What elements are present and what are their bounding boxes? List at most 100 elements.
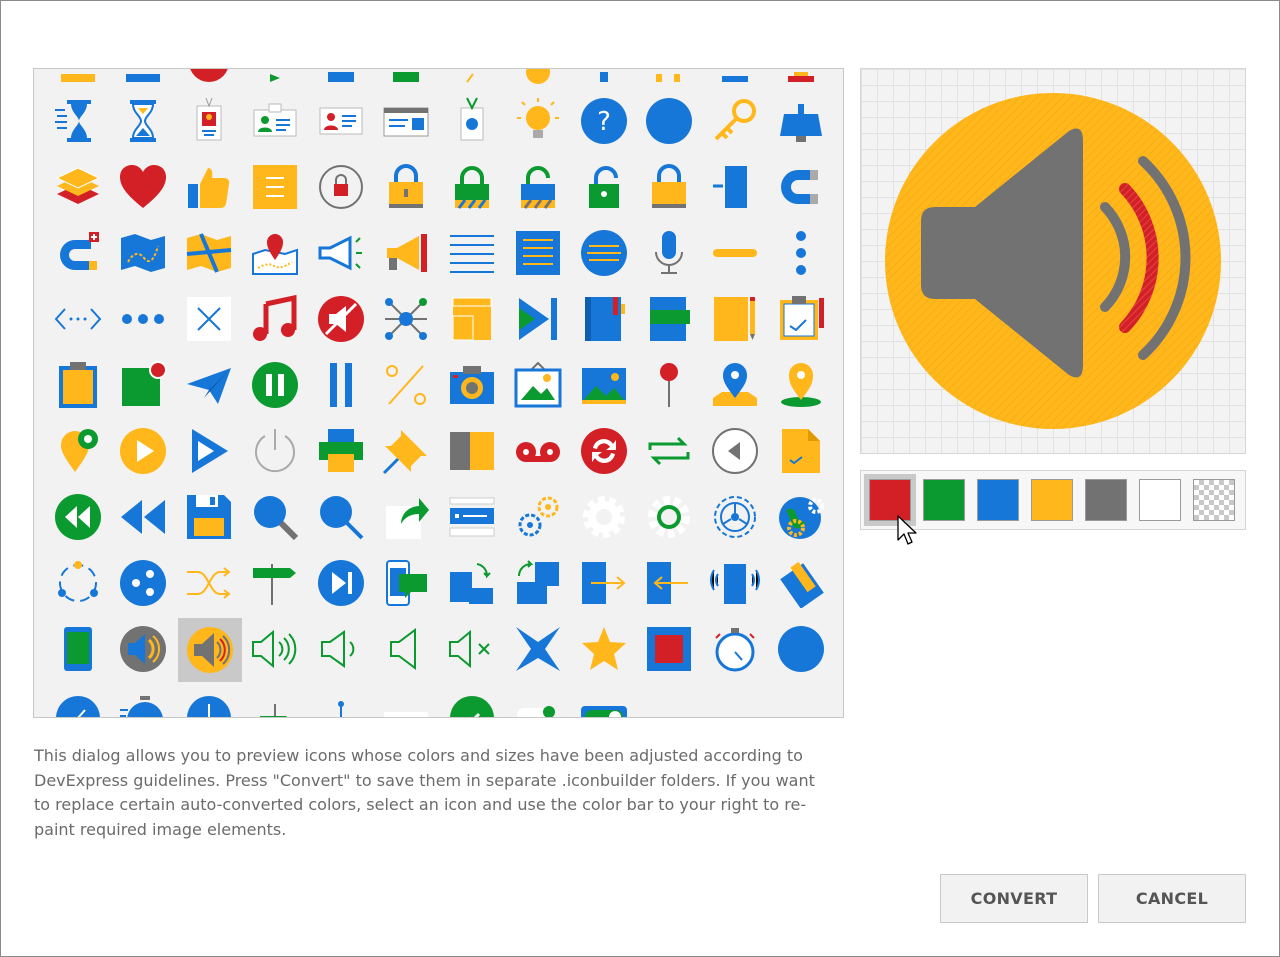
color-swatch-transparent[interactable] — [1188, 474, 1240, 526]
pause-icon[interactable] — [310, 354, 372, 416]
thumbs-up-icon[interactable] — [178, 156, 240, 218]
tablet-pencil-icon[interactable] — [770, 552, 832, 614]
horizontal-dots-icon[interactable] — [112, 288, 174, 350]
zoom-icon[interactable] — [310, 486, 372, 548]
play-circle-icon[interactable] — [112, 420, 174, 482]
notebook-icon[interactable] — [573, 288, 635, 350]
key-icon[interactable] — [704, 90, 766, 152]
lock-green-icon[interactable] — [441, 156, 503, 218]
note-icon[interactable] — [244, 156, 306, 218]
business-card-icon[interactable] — [375, 90, 437, 152]
id-card-icon[interactable] — [244, 90, 306, 152]
blue-circle-icon[interactable] — [638, 90, 700, 152]
id-badge-icon[interactable] — [178, 90, 240, 152]
text-block-icon[interactable] — [507, 222, 569, 284]
volume-speaker-blue-icon[interactable] — [112, 618, 174, 680]
book-icon[interactable] — [441, 420, 503, 482]
vertical-dots-icon[interactable] — [770, 222, 832, 284]
back-circle-icon[interactable] — [704, 420, 766, 482]
convert-button[interactable]: CONVERT — [940, 874, 1088, 923]
music-note-icon[interactable] — [244, 288, 306, 350]
tablet-rotate-icon[interactable] — [441, 552, 503, 614]
location-pin-icon[interactable] — [770, 354, 832, 416]
tablet-vibrate-icon[interactable] — [704, 552, 766, 614]
printer-icon[interactable] — [310, 420, 372, 482]
help-circle-icon[interactable]: ? — [573, 90, 635, 152]
gear-green-icon[interactable] — [638, 486, 700, 548]
unlock-icon[interactable] — [507, 156, 569, 218]
share-icon[interactable] — [375, 486, 437, 548]
image-icon[interactable] — [573, 354, 635, 416]
repeat-icon[interactable] — [638, 420, 700, 482]
rewind-circle-icon[interactable] — [47, 486, 109, 548]
toggle-icon[interactable] — [507, 684, 569, 717]
tablet-import-icon[interactable] — [573, 552, 635, 614]
color-swatch-gray[interactable] — [1080, 474, 1132, 526]
magnet-icon[interactable] — [770, 156, 832, 218]
swatch-gray[interactable] — [1085, 479, 1127, 521]
paper-plane-icon[interactable] — [178, 354, 240, 416]
blue-dot-icon[interactable] — [770, 618, 832, 680]
volume-medium-icon[interactable] — [310, 618, 372, 680]
name-badge-icon[interactable] — [441, 90, 503, 152]
swatch-white[interactable] — [1139, 479, 1181, 521]
magnet-plus-icon[interactable] — [47, 222, 109, 284]
signpost-icon[interactable] — [244, 552, 306, 614]
volume-up-icon[interactable] — [244, 618, 306, 680]
volume-mute-icon[interactable] — [441, 618, 503, 680]
save-icon[interactable] — [178, 486, 240, 548]
search-icon[interactable] — [244, 486, 306, 548]
clipboard-icon[interactable] — [770, 288, 832, 350]
minus-icon[interactable] — [704, 222, 766, 284]
rounded-text-icon[interactable] — [573, 222, 635, 284]
switch-icon[interactable] — [573, 684, 635, 717]
color-swatch-yellow[interactable] — [1026, 474, 1078, 526]
percent-icon[interactable] — [375, 354, 437, 416]
notepad-icon[interactable] — [704, 288, 766, 350]
settings-gears-icon[interactable] — [507, 486, 569, 548]
lock-refresh-icon[interactable] — [310, 156, 372, 218]
refresh-icon[interactable] — [573, 420, 635, 482]
mobile-message-icon[interactable] — [375, 552, 437, 614]
map-pin-icon[interactable] — [244, 222, 306, 284]
lines-icon[interactable] — [441, 222, 503, 284]
next-track-icon[interactable] — [507, 288, 569, 350]
toggle-blue-icon[interactable] — [770, 684, 832, 717]
pushpin-icon[interactable] — [638, 354, 700, 416]
padlock-icon[interactable] — [638, 156, 700, 218]
volume-speaker-yellow-icon[interactable] — [178, 618, 242, 682]
hourglass-lines-icon[interactable] — [47, 90, 109, 152]
volume-low-icon[interactable] — [375, 618, 437, 680]
voicemail-icon[interactable] — [507, 420, 569, 482]
close-icon[interactable] — [178, 288, 240, 350]
star-icon[interactable] — [573, 618, 635, 680]
power-icon[interactable] — [244, 420, 306, 482]
color-swatch-white[interactable] — [1134, 474, 1186, 526]
heart-icon[interactable] — [112, 156, 174, 218]
folded-map-icon[interactable] — [178, 222, 240, 284]
desk-lamp-icon[interactable] — [770, 90, 832, 152]
smartphone-icon[interactable] — [47, 618, 109, 680]
swatch-yellow[interactable] — [1031, 479, 1073, 521]
door-icon[interactable] — [704, 156, 766, 218]
document-icon[interactable] — [770, 420, 832, 482]
padlock-open-icon[interactable] — [573, 156, 635, 218]
globe-gear-icon[interactable] — [770, 486, 832, 548]
pin-icon[interactable] — [375, 420, 437, 482]
mute-icon[interactable] — [310, 288, 372, 350]
location-map-icon[interactable] — [704, 354, 766, 416]
toggle-gray-icon[interactable] — [638, 684, 700, 717]
timer-icon[interactable] — [112, 684, 174, 717]
swatch-green[interactable] — [923, 479, 965, 521]
megaphone-icon[interactable] — [310, 222, 372, 284]
box-icon[interactable] — [441, 288, 503, 350]
clock-icon[interactable] — [47, 684, 109, 717]
skip-next-icon[interactable] — [310, 552, 372, 614]
check-icon[interactable] — [441, 684, 503, 717]
cancel-button[interactable]: CANCEL — [1098, 874, 1246, 923]
gear-outline-icon[interactable] — [704, 486, 766, 548]
green-notebook-icon[interactable] — [638, 288, 700, 350]
color-swatch-green[interactable] — [918, 474, 970, 526]
layers-icon[interactable] — [47, 156, 109, 218]
lightbulb-icon[interactable] — [507, 90, 569, 152]
